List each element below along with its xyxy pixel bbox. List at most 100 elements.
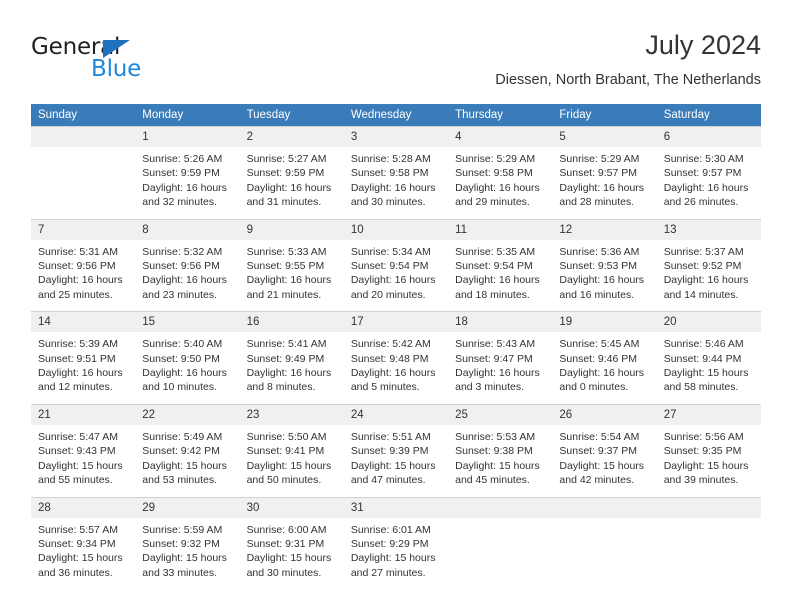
sunset-text: Sunset: 9:54 PM — [455, 260, 533, 273]
sunset-text: Sunset: 9:54 PM — [350, 260, 429, 273]
daylight-text-line1: Daylight: 16 hours — [559, 367, 645, 380]
daylight-text-line2: and 39 minutes. — [663, 474, 739, 487]
sunset-text: Sunset: 9:29 PM — [350, 537, 429, 550]
sunset-text: Sunset: 9:44 PM — [663, 352, 742, 365]
day-number: 8 — [135, 219, 240, 240]
general-blue-logo[interactable]: General Blue — [31, 34, 251, 88]
daylight-text-line2: and 10 minutes. — [142, 381, 217, 394]
daylight-text-line1: Daylight: 15 hours — [142, 459, 227, 472]
sunset-text: Sunset: 9:38 PM — [455, 445, 533, 458]
daylight-text-line2: and 55 minutes. — [38, 474, 113, 487]
sunset-text: Sunset: 9:41 PM — [246, 445, 325, 458]
day-cell[interactable]: 8 Sunrise: 5:32 AM Sunset: 9:56 PM Daylight… — [135, 218, 240, 312]
weekday-header-sunday: Sunday — [31, 104, 136, 127]
day-number: 2 — [239, 127, 344, 147]
day-cell[interactable]: 28 Sunrise: 5:57 AM Sunset: 9:34 PM Dayligh… — [31, 496, 136, 590]
day-number: 24 — [343, 404, 449, 425]
day-cell[interactable]: 15 Sunrise: 5:40 AM Sunset: 9:50 PM Dayligh… — [135, 311, 240, 405]
day-cell[interactable]: 22 Sunrise: 5:49 AM Sunset: 9:42 PM Dayligh… — [135, 403, 240, 497]
daylight-text-line1: Daylight: 15 hours — [350, 459, 436, 472]
day-cell[interactable]: 7 Sunrise: 5:31 AM Sunset: 9:56 PM Daylight… — [31, 218, 136, 312]
day-number: 17 — [343, 312, 449, 333]
sunrise-text: Sunrise: 5:43 AM — [455, 338, 536, 351]
day-cell[interactable]: 24 Sunrise: 5:51 AM Sunset: 9:39 PM Dayligh… — [343, 403, 449, 497]
logo-text-blue: Blue — [91, 56, 142, 82]
day-details: Sunrise: 5:59 AM Sunset: 9:32 PM Daylight:… — [135, 518, 239, 590]
daylight-text-line1: Daylight: 16 hours — [142, 367, 227, 380]
sunrise-text: Sunrise: 5:32 AM — [142, 245, 223, 258]
day-cell-empty — [31, 126, 136, 220]
sunrise-text: Sunrise: 5:26 AM — [142, 153, 223, 165]
day-cell[interactable]: 10 Sunrise: 5:34 AM Sunset: 9:54 PM Dayligh… — [343, 218, 449, 312]
daylight-text-line2: and 26 minutes. — [663, 196, 739, 209]
daylight-text-line1: Daylight: 16 hours — [350, 367, 436, 380]
sunrise-text: Sunrise: 5:27 AM — [246, 153, 327, 165]
day-details — [31, 147, 135, 219]
sunrise-text: Sunrise: 5:30 AM — [663, 153, 744, 165]
day-cell[interactable]: 17 Sunrise: 5:42 AM Sunset: 9:48 PM Dayligh… — [343, 311, 449, 405]
day-details: Sunrise: 5:56 AM Sunset: 9:35 PM Daylight:… — [657, 425, 761, 497]
day-cell[interactable]: 9 Sunrise: 5:33 AM Sunset: 9:55 PM Daylight… — [239, 218, 344, 312]
day-cell[interactable]: 20 Sunrise: 5:46 AM Sunset: 9:44 PM Dayligh… — [656, 311, 761, 405]
day-number — [31, 127, 136, 147]
sunset-text: Sunset: 9:37 PM — [559, 445, 638, 458]
sunset-text: Sunset: 9:57 PM — [663, 167, 742, 180]
day-cell[interactable]: 14 Sunrise: 5:39 AM Sunset: 9:51 PM Dayligh… — [31, 311, 136, 405]
daylight-text-line2: and 30 minutes. — [246, 566, 322, 579]
day-number: 3 — [343, 127, 449, 147]
day-number — [552, 497, 657, 518]
day-details — [448, 518, 552, 590]
day-cell[interactable]: 3 Sunrise: 5:28 AM Sunset: 9:58 PM Daylight… — [343, 126, 449, 220]
daylight-text-line1: Daylight: 15 hours — [455, 459, 540, 472]
day-cell-empty — [448, 496, 553, 590]
day-number: 4 — [448, 127, 553, 147]
day-cell[interactable]: 12 Sunrise: 5:36 AM Sunset: 9:53 PM Dayligh… — [552, 218, 657, 312]
day-cell[interactable]: 29 Sunrise: 5:59 AM Sunset: 9:32 PM Dayligh… — [135, 496, 240, 590]
day-cell[interactable]: 27 Sunrise: 5:56 AM Sunset: 9:35 PM Dayligh… — [656, 403, 761, 497]
sunrise-text: Sunrise: 5:37 AM — [663, 245, 744, 258]
daylight-text-line2: and 18 minutes. — [455, 288, 530, 301]
daylight-text-line1: Daylight: 16 hours — [455, 181, 540, 194]
sunrise-text: Sunrise: 5:49 AM — [142, 430, 223, 443]
calendar-page: General Blue July 2024 Diessen, North Br… — [0, 0, 792, 612]
daylight-text-line2: and 33 minutes. — [142, 566, 217, 579]
title-block: July 2024 Diessen, North Brabant, The Ne… — [495, 28, 761, 89]
day-details: Sunrise: 6:00 AM Sunset: 9:31 PM Daylight:… — [240, 518, 344, 590]
daylight-text-line1: Daylight: 15 hours — [38, 459, 123, 472]
daylight-text-line1: Daylight: 15 hours — [246, 459, 332, 472]
sunrise-text: Sunrise: 6:00 AM — [246, 523, 327, 536]
day-cell[interactable]: 19 Sunrise: 5:45 AM Sunset: 9:46 PM Dayligh… — [552, 311, 657, 405]
daylight-text-line1: Daylight: 16 hours — [142, 274, 227, 287]
day-number: 29 — [135, 497, 240, 518]
day-cell[interactable]: 23 Sunrise: 5:50 AM Sunset: 9:41 PM Dayligh… — [239, 403, 344, 497]
daylight-text-line1: Daylight: 16 hours — [142, 181, 227, 194]
daylight-text-line2: and 23 minutes. — [142, 288, 217, 301]
day-cell[interactable]: 4 Sunrise: 5:29 AM Sunset: 9:58 PM Daylight… — [448, 126, 553, 220]
day-cell[interactable]: 2 Sunrise: 5:27 AM Sunset: 9:59 PM Daylight… — [239, 126, 344, 220]
day-cell[interactable]: 13 Sunrise: 5:37 AM Sunset: 9:52 PM Dayligh… — [656, 218, 761, 312]
sunrise-text: Sunrise: 5:41 AM — [246, 338, 327, 351]
sunset-text: Sunset: 9:47 PM — [455, 352, 533, 365]
day-cell[interactable]: 16 Sunrise: 5:41 AM Sunset: 9:49 PM Dayligh… — [239, 311, 344, 405]
day-cell[interactable]: 6 Sunrise: 5:30 AM Sunset: 9:57 PM Daylight… — [656, 126, 761, 220]
weekday-header-monday: Monday — [135, 104, 240, 127]
day-cell[interactable]: 31 Sunrise: 6:01 AM Sunset: 9:29 PM Dayligh… — [343, 496, 449, 590]
day-cell[interactable]: 21 Sunrise: 5:47 AM Sunset: 9:43 PM Dayligh… — [31, 403, 136, 497]
sunrise-text: Sunrise: 5:29 AM — [455, 153, 536, 165]
day-cell[interactable]: 26 Sunrise: 5:54 AM Sunset: 9:37 PM Dayligh… — [552, 403, 657, 497]
day-details: Sunrise: 6:01 AM Sunset: 9:29 PM Daylight:… — [344, 518, 448, 590]
sunset-text: Sunset: 9:53 PM — [559, 260, 638, 273]
day-details: Sunrise: 5:32 AM Sunset: 9:56 PM Daylight:… — [135, 240, 239, 312]
daylight-text-line2: and 47 minutes. — [350, 474, 426, 487]
day-cell[interactable]: 25 Sunrise: 5:53 AM Sunset: 9:38 PM Dayligh… — [448, 403, 553, 497]
day-number: 28 — [31, 497, 136, 518]
sunset-text: Sunset: 9:58 PM — [350, 167, 429, 180]
day-cell[interactable]: 30 Sunrise: 6:00 AM Sunset: 9:31 PM Dayligh… — [239, 496, 344, 590]
day-cell[interactable]: 5 Sunrise: 5:29 AM Sunset: 9:57 PM Daylight… — [552, 126, 657, 220]
daylight-text-line1: Daylight: 16 hours — [350, 274, 436, 287]
day-cell[interactable]: 11 Sunrise: 5:35 AM Sunset: 9:54 PM Dayligh… — [448, 218, 553, 312]
day-cell[interactable]: 18 Sunrise: 5:43 AM Sunset: 9:47 PM Dayligh… — [448, 311, 553, 405]
day-cell[interactable]: 1 Sunrise: 5:26 AM Sunset: 9:59 PM Daylight… — [135, 126, 240, 220]
daylight-text-line2: and 29 minutes. — [455, 196, 530, 209]
day-cell-empty — [552, 496, 657, 590]
